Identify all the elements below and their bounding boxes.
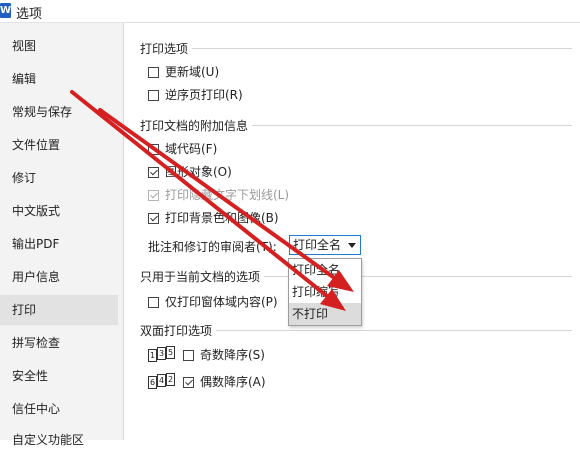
dropdown-option-initials[interactable]: 打印缩写	[289, 281, 361, 303]
sidebar-item-trust-center[interactable]: 信任中心	[0, 394, 118, 424]
app-logo-icon: W	[0, 3, 12, 18]
chevron-down-icon	[348, 243, 356, 248]
section-title-current-doc: 只用于当前文档的选项	[140, 268, 265, 285]
reverse-order-option[interactable]: 逆序页打印(R)	[148, 86, 243, 104]
form-only-option[interactable]: 仅打印窗体域内容(P)	[148, 293, 278, 311]
page-4-icon: 4	[157, 374, 166, 387]
reviewer-label: 批注和修订的审阅者(T):	[148, 240, 277, 254]
dropdown-option-none[interactable]: 不打印	[289, 303, 361, 325]
sidebar-item-general-save[interactable]: 常规与保存	[0, 97, 118, 127]
update-fields-label: 更新域(U)	[165, 65, 220, 79]
section-title-duplex: 双面打印选项	[140, 322, 217, 339]
sidebar-item-print[interactable]: 打印	[0, 295, 118, 325]
title-bar: W 选项	[0, 0, 580, 23]
section-title-print-options: 打印选项	[140, 40, 193, 57]
reviewer-dropdown-list: 打印全名 打印缩写 不打印	[288, 258, 362, 326]
update-fields-checkbox[interactable]	[148, 67, 159, 78]
odd-pages-descending-icon: 1 3 5	[148, 346, 178, 364]
section-title-extra-info: 打印文档的附加信息	[140, 117, 253, 134]
field-codes-checkbox[interactable]	[148, 144, 159, 155]
reviewer-select-value: 打印全名	[293, 238, 342, 252]
even-descending-label: 偶数降序(A)	[200, 375, 266, 389]
page-2-icon: 2	[166, 373, 175, 386]
page-6-icon: 6	[148, 376, 157, 389]
page-5-icon: 5	[166, 346, 175, 359]
sidebar-item-export-pdf[interactable]: 输出PDF	[0, 229, 118, 259]
reviewer-select[interactable]: 打印全名	[289, 235, 361, 255]
dropdown-option-full-name[interactable]: 打印全名	[289, 259, 361, 281]
form-only-label: 仅打印窗体域内容(P)	[165, 295, 278, 309]
background-label: 打印背景色和图像(B)	[165, 211, 279, 225]
drawing-objects-checkbox[interactable]	[148, 167, 159, 178]
reverse-order-label: 逆序页打印(R)	[165, 88, 243, 102]
hidden-underline-label: 打印隐藏文字下划线(L)	[165, 188, 290, 202]
even-descending-option[interactable]: 偶数降序(A)	[183, 373, 266, 391]
even-descending-checkbox[interactable]	[183, 377, 194, 388]
field-codes-label: 域代码(F)	[165, 142, 218, 156]
background-checkbox[interactable]	[148, 213, 159, 224]
print-settings-panel: 打印选项 更新域(U) 逆序页打印(R) 打印文档的附加信息 域代码(F) 图形…	[124, 23, 580, 440]
sidebar-item-chinese-layout[interactable]: 中文版式	[0, 196, 118, 226]
drawing-objects-option[interactable]: 图形对象(O)	[148, 163, 232, 181]
sidebar-item-customize-ribbon[interactable]: 自定义功能区	[0, 425, 118, 455]
sidebar-item-edit[interactable]: 编辑	[0, 64, 118, 94]
page-3-icon: 3	[157, 347, 166, 360]
odd-descending-checkbox[interactable]	[183, 350, 194, 361]
odd-descending-label: 奇数降序(S)	[200, 348, 265, 362]
section-divider	[140, 48, 572, 49]
form-only-checkbox[interactable]	[148, 297, 159, 308]
sidebar-item-spell-check[interactable]: 拼写检查	[0, 328, 118, 358]
sidebar-item-file-locations[interactable]: 文件位置	[0, 130, 118, 160]
background-option[interactable]: 打印背景色和图像(B)	[148, 209, 279, 227]
sidebar-item-security[interactable]: 安全性	[0, 361, 118, 391]
page-1-icon: 1	[148, 349, 157, 362]
window-title: 选项	[16, 7, 43, 22]
reverse-order-checkbox[interactable]	[148, 90, 159, 101]
update-fields-option[interactable]: 更新域(U)	[148, 63, 219, 81]
field-codes-option[interactable]: 域代码(F)	[148, 140, 217, 158]
even-pages-descending-icon: 6 4 2	[148, 373, 178, 391]
hidden-underline-option: 打印隐藏文字下划线(L)	[148, 186, 289, 204]
sidebar: 视图 编辑 常规与保存 文件位置 修订 中文版式 输出PDF 用户信息 打印 拼…	[0, 23, 124, 447]
odd-descending-option[interactable]: 奇数降序(S)	[183, 346, 265, 364]
sidebar-item-user-info[interactable]: 用户信息	[0, 262, 118, 292]
sidebar-item-view[interactable]: 视图	[0, 31, 118, 61]
hidden-underline-checkbox	[148, 190, 159, 201]
drawing-objects-label: 图形对象(O)	[165, 165, 232, 179]
sidebar-item-revision[interactable]: 修订	[0, 163, 118, 193]
